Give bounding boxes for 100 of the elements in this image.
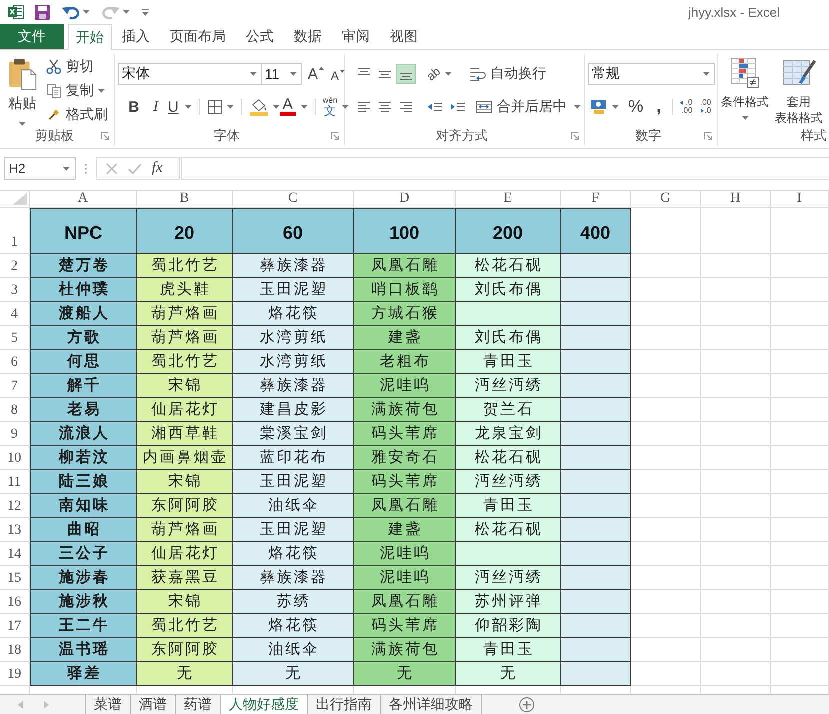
- table-cell: 龙泉宝剑: [456, 422, 561, 446]
- italic-button[interactable]: I: [146, 96, 166, 118]
- table-cell: 水湾剪纸: [233, 326, 354, 350]
- column-header[interactable]: D: [354, 190, 456, 208]
- column-header[interactable]: A: [30, 190, 137, 208]
- conditional-formatting-button[interactable]: 条件格式: [721, 54, 769, 126]
- phonetic-guide-button[interactable]: wén 文: [322, 96, 349, 118]
- table-cell: 蓝印花布: [233, 446, 354, 470]
- color-bar-icon: [280, 112, 296, 116]
- cut-button[interactable]: 剪切: [46, 55, 108, 79]
- table-cell: 曲昭: [30, 518, 137, 542]
- paste-button[interactable]: 粘贴: [0, 55, 42, 126]
- sheet-tab[interactable]: 各州详细攻略: [380, 695, 481, 714]
- table-cell: 蜀北竹艺: [137, 614, 233, 638]
- format-painter-button[interactable]: 格式刷: [46, 103, 108, 127]
- table-cell: 老易: [30, 398, 137, 422]
- caret-icon: [342, 105, 349, 109]
- undo-button[interactable]: [62, 4, 90, 20]
- font-size-combobox[interactable]: 11: [261, 63, 302, 85]
- align-lines-icon: [400, 102, 412, 112]
- table-cell: [631, 374, 701, 398]
- decrease-decimal-button[interactable]: .00 .0: [698, 99, 712, 115]
- group-label: 对齐方式: [436, 127, 488, 145]
- grow-font-button[interactable]: A: [308, 66, 324, 82]
- name-box[interactable]: H2: [4, 157, 76, 180]
- column-header[interactable]: E: [456, 190, 561, 208]
- sheet-tab[interactable]: 酒谱: [130, 695, 175, 714]
- ribbon-tab[interactable]: 插入: [112, 24, 160, 49]
- table-cell: 苏绣: [233, 590, 354, 614]
- formula-input[interactable]: [181, 157, 829, 180]
- insert-function-button[interactable]: fx: [152, 160, 163, 177]
- align-button[interactable]: [396, 64, 416, 84]
- table-cell: 20: [137, 208, 233, 254]
- dialog-launcher-icon[interactable]: [331, 132, 339, 140]
- redo-button[interactable]: [102, 4, 130, 20]
- table-cell: [631, 614, 701, 638]
- table-cell: [771, 208, 829, 254]
- sheet-tab[interactable]: 出行指南: [307, 695, 380, 714]
- table-cell: [771, 326, 829, 350]
- ribbon-tab[interactable]: 页面布局: [160, 24, 236, 49]
- ribbon-tab[interactable]: 公式: [236, 24, 284, 49]
- column-header[interactable]: I: [771, 190, 829, 208]
- table-cell: [701, 446, 771, 470]
- format-as-table-button[interactable]: 套用 表格格式: [775, 54, 823, 126]
- ribbon-tab[interactable]: 审阅: [332, 24, 380, 49]
- table-cell: [631, 208, 701, 254]
- column-header[interactable]: C: [233, 190, 354, 208]
- dialog-launcher-icon[interactable]: [704, 132, 712, 140]
- table-cell: 建盏: [354, 326, 456, 350]
- ribbon-tab[interactable]: 数据: [284, 24, 332, 49]
- number-format-combobox[interactable]: 常规: [588, 63, 715, 85]
- percent-button[interactable]: %: [627, 96, 645, 118]
- sheet-tab[interactable]: 菜谱: [85, 695, 130, 714]
- wrap-text-button[interactable]: 自动换行: [469, 65, 546, 83]
- customize-toolbar-icon[interactable]: [142, 8, 149, 16]
- table-cell: 泥哇呜: [354, 566, 456, 590]
- column-header[interactable]: H: [701, 190, 771, 208]
- column-header[interactable]: G: [631, 190, 701, 208]
- ribbon-tab[interactable]: 文件: [0, 24, 64, 49]
- caret-icon: [300, 105, 308, 109]
- table-cell: [631, 662, 701, 686]
- check-icon[interactable]: [128, 162, 142, 174]
- table-cell: 200: [456, 208, 561, 254]
- table-cell: 无: [137, 662, 233, 686]
- column-header[interactable]: B: [137, 190, 233, 208]
- brush-icon: [48, 109, 60, 121]
- font-name-combobox[interactable]: 宋体: [118, 63, 262, 85]
- table-cell: 彝族漆器: [233, 254, 354, 278]
- table-cell: [631, 326, 701, 350]
- bold-button[interactable]: B: [124, 96, 144, 118]
- underline-button[interactable]: U: [168, 96, 192, 118]
- table-cell: [701, 614, 771, 638]
- table-cell: [701, 350, 771, 374]
- ribbon-tab[interactable]: 开始: [68, 24, 112, 50]
- up-caret-icon: [319, 66, 324, 70]
- orientation-button[interactable]: ab: [427, 67, 452, 81]
- increase-decimal-button[interactable]: .0 .00: [680, 99, 693, 115]
- save-icon[interactable]: [35, 4, 50, 20]
- table-cell: 仙居花灯: [137, 542, 233, 566]
- comma-style-button[interactable]: ,: [653, 96, 665, 118]
- dialog-launcher-icon[interactable]: [101, 132, 109, 140]
- font-color-button[interactable]: A: [280, 96, 308, 118]
- merge-center-button[interactable]: 合并后居中: [475, 98, 581, 116]
- ribbon-tab[interactable]: 视图: [380, 24, 428, 49]
- table-cell: 蜀北竹艺: [137, 350, 233, 374]
- sheet-tab[interactable]: 人物好感度: [220, 695, 307, 714]
- dialog-launcher-icon[interactable]: [571, 132, 579, 140]
- table-cell: 贺兰石: [456, 398, 561, 422]
- table-cell: 沔丝沔绣: [456, 566, 561, 590]
- table-cell: 方歌: [30, 326, 137, 350]
- spreadsheet-logo-icon[interactable]: [8, 4, 24, 20]
- caret-icon: [184, 105, 192, 109]
- add-sheet-icon[interactable]: [519, 696, 535, 712]
- group-label: 字体: [214, 127, 240, 145]
- copy-button[interactable]: 复制: [46, 79, 108, 103]
- table-cell: 柳若汶: [30, 446, 137, 470]
- table-cell: 老粗布: [354, 350, 456, 374]
- table-cell: 码头苇席: [354, 470, 456, 494]
- shrink-font-button[interactable]: A: [331, 66, 346, 82]
- table-cell: 施涉春: [30, 566, 137, 590]
